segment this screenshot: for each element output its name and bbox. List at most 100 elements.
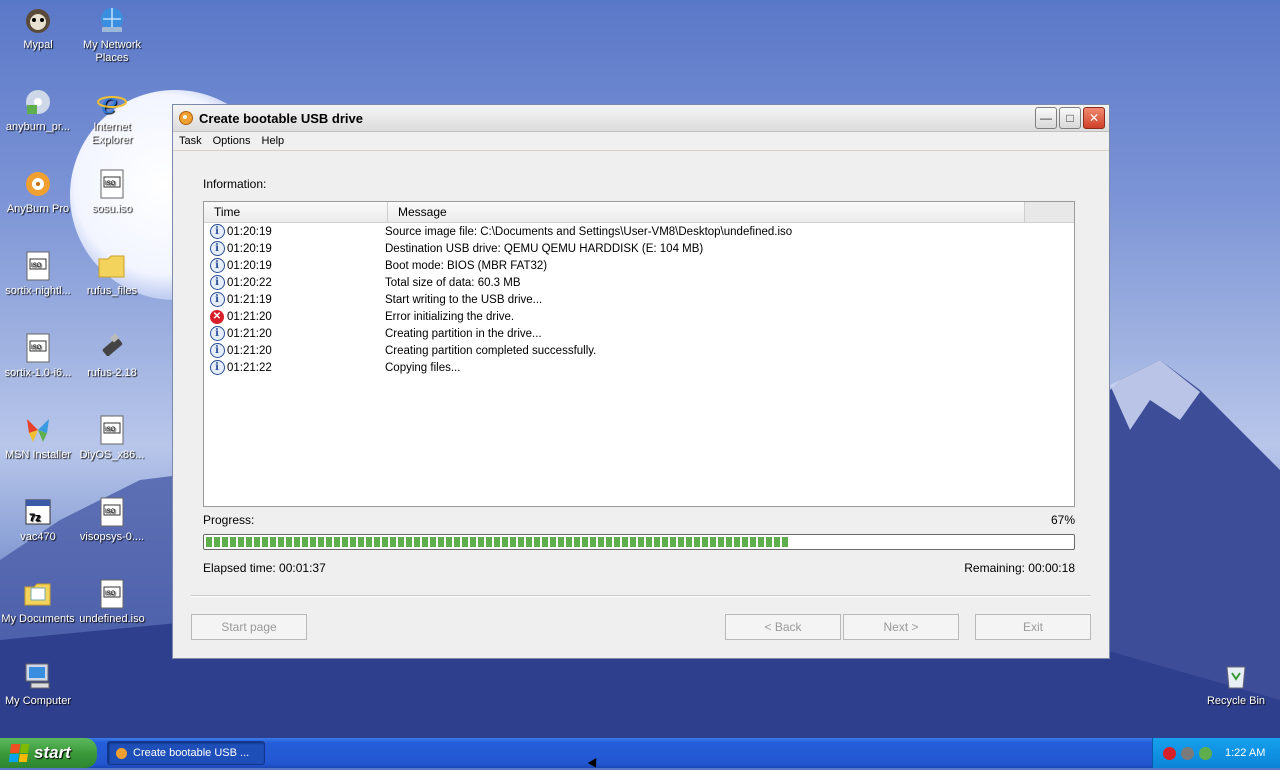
desktop-icon-msn-installer[interactable]: MSN Installer xyxy=(0,414,76,462)
log-time: 01:20:22 xyxy=(227,276,272,289)
desktop-icon-label: sortix-1.0-i6... xyxy=(4,367,72,379)
log-row[interactable]: i 01:20:19 Source image file: C:\Documents… xyxy=(204,223,1074,240)
start-label: start xyxy=(34,743,71,762)
start-page-button[interactable]: Start page xyxy=(191,614,307,640)
network-globe-icon xyxy=(96,4,128,36)
window-title: Create bootable USB drive xyxy=(199,110,363,126)
minimize-button[interactable]: — xyxy=(1035,107,1057,129)
menu-bar: Task Options Help xyxy=(173,132,1109,151)
desktop-icon-sosu-iso[interactable]: ISO sosu.iso xyxy=(74,168,150,216)
desktop-icon-recycle-bin[interactable]: Recycle Bin xyxy=(1198,660,1274,708)
log-time: 01:20:19 xyxy=(227,242,272,255)
taskbar-item-create-bootable-usb[interactable]: Create bootable USB ... xyxy=(107,741,265,765)
log-row[interactable]: i 01:20:19 Boot mode: BIOS (MBR FAT32) xyxy=(204,257,1074,274)
mypal-icon xyxy=(22,4,54,36)
menu-help[interactable]: Help xyxy=(262,135,285,147)
desktop-icon-vac470[interactable]: 7z vac470 xyxy=(0,496,76,544)
log-time: 01:21:20 xyxy=(227,344,272,357)
exit-button[interactable]: Exit xyxy=(975,614,1091,640)
desktop-icon-anyburn-pr[interactable]: anyburn_pr... xyxy=(0,86,76,134)
desktop-icon-my-documents[interactable]: My Documents xyxy=(0,578,76,626)
desktop-icon-rufus-files[interactable]: rufus_files xyxy=(74,250,150,298)
column-header-message[interactable]: Message xyxy=(388,202,1025,222)
desktop-icon-my-computer[interactable]: My Computer xyxy=(0,660,76,708)
log-message: Start writing to the USB drive... xyxy=(385,293,543,306)
desktop-icon-undefined-iso[interactable]: ISO undefined.iso xyxy=(74,578,150,626)
desktop-icon-sortix-1-0[interactable]: ISO sortix-1.0-i6... xyxy=(0,332,76,380)
desktop-icon-label: Recycle Bin xyxy=(1206,695,1266,707)
info-icon: i xyxy=(209,224,225,239)
log-message: Creating partition in the drive... xyxy=(385,327,542,340)
log-message: Source image file: C:\Documents and Sett… xyxy=(385,225,793,238)
log-row[interactable]: i 01:21:20 Creating partition in the drive… xyxy=(204,325,1074,342)
log-row[interactable]: i 01:21:20 Creating partition completed su… xyxy=(204,342,1074,359)
menu-task[interactable]: Task xyxy=(179,135,202,147)
iso-file-icon: ISO xyxy=(96,578,128,610)
log-message: Error initializing the drive. xyxy=(385,310,515,323)
log-message: Copying files... xyxy=(385,361,461,374)
iso-file-icon: ISO xyxy=(96,168,128,200)
svg-text:ISO: ISO xyxy=(105,591,116,597)
svg-text:ISO: ISO xyxy=(105,181,116,187)
log-row[interactable]: i 01:21:22 Copying files... xyxy=(204,359,1074,376)
desktop-icon-label: My Network Places xyxy=(82,39,142,64)
info-icon: i xyxy=(209,275,225,290)
info-icon-glyph: i xyxy=(209,326,225,341)
window-titlebar[interactable]: Create bootable USB drive — □ ✕ xyxy=(173,105,1109,132)
app-disc-icon xyxy=(116,747,127,759)
installer-disc-icon xyxy=(22,86,54,118)
progress-label: Progress: xyxy=(203,513,255,527)
close-button[interactable]: ✕ xyxy=(1083,107,1105,129)
shield-icon[interactable] xyxy=(1181,746,1194,760)
svg-text:ISO: ISO xyxy=(105,427,116,433)
iso-file-icon: ISO xyxy=(22,250,54,282)
desktop-icon-label: Mypal xyxy=(23,39,53,51)
log-rows: i 01:20:19 Source image file: C:\Documents… xyxy=(204,223,1074,376)
log-row[interactable]: ✕ 01:21:20 Error initializing the drive. xyxy=(204,308,1074,325)
log-message: Boot mode: BIOS (MBR FAT32) xyxy=(385,259,548,272)
close-icon: ✕ xyxy=(1088,111,1100,125)
maximize-button[interactable]: □ xyxy=(1059,107,1081,129)
divider xyxy=(191,595,1091,597)
security-alert-icon[interactable] xyxy=(1163,746,1176,760)
clock[interactable]: 1:22 AM xyxy=(1225,747,1265,759)
desktop-icon-label: anyburn_pr... xyxy=(5,121,71,133)
menu-options[interactable]: Options xyxy=(213,135,251,147)
info-icon-glyph: i xyxy=(209,360,225,375)
svg-text:ISO: ISO xyxy=(105,509,116,515)
log-list[interactable]: Time Message i 01:20:19 Source image file:… xyxy=(203,201,1075,507)
desktop-icon-mypal[interactable]: Mypal xyxy=(0,4,76,52)
error-icon: ✕ xyxy=(209,309,225,324)
desktop-icon-label: MSN Installer xyxy=(4,449,72,461)
log-row[interactable]: i 01:20:22 Total size of data: 60.3 MB xyxy=(204,274,1074,291)
log-time: 01:21:20 xyxy=(227,310,272,323)
error-icon-glyph: ✕ xyxy=(210,309,224,324)
desktop-icon-label: sosu.iso xyxy=(91,203,133,215)
usb-drive-icon xyxy=(96,332,128,364)
desktop-icon-rufus-2-18[interactable]: rufus-2.18 xyxy=(74,332,150,380)
start-button[interactable]: start xyxy=(0,738,97,768)
iso-file-icon: ISO xyxy=(96,496,128,528)
next-button[interactable]: Next > xyxy=(843,614,959,640)
desktop-icon-diyos[interactable]: ISO DiyOS_x86... xyxy=(74,414,150,462)
network-icon[interactable] xyxy=(1199,746,1212,760)
desktop-icon-sortix-nightly[interactable]: ISO sortix-nightl... xyxy=(0,250,76,298)
desktop-icon-anyburn-pro[interactable]: AnyBurn Pro xyxy=(0,168,76,216)
internet-explorer-icon: e xyxy=(96,86,128,118)
log-row[interactable]: i 01:20:19 Destination USB drive: QEMU QEM… xyxy=(204,240,1074,257)
log-row[interactable]: i 01:21:19 Start writing to the USB drive.… xyxy=(204,291,1074,308)
desktop-icon-label: rufus-2.18 xyxy=(87,367,137,379)
info-icon: i xyxy=(209,241,225,256)
information-label: Information: xyxy=(203,177,267,191)
back-button[interactable]: < Back xyxy=(725,614,841,640)
windows-flag-icon xyxy=(8,744,30,762)
app-disc-icon xyxy=(179,111,193,125)
column-header-time[interactable]: Time xyxy=(204,202,388,222)
svg-text:ISO: ISO xyxy=(31,263,42,269)
my-documents-folder-icon xyxy=(22,578,54,610)
desktop-icon-visopsys[interactable]: ISO visopsys-0.... xyxy=(74,496,150,544)
desktop-icon-my-network-places[interactable]: My Network Places xyxy=(74,4,150,65)
desktop-icon-internet-explorer[interactable]: e Internet Explorer xyxy=(74,86,150,147)
remaining-time: Remaining: 00:00:18 xyxy=(964,561,1075,575)
folder-icon xyxy=(96,250,128,282)
